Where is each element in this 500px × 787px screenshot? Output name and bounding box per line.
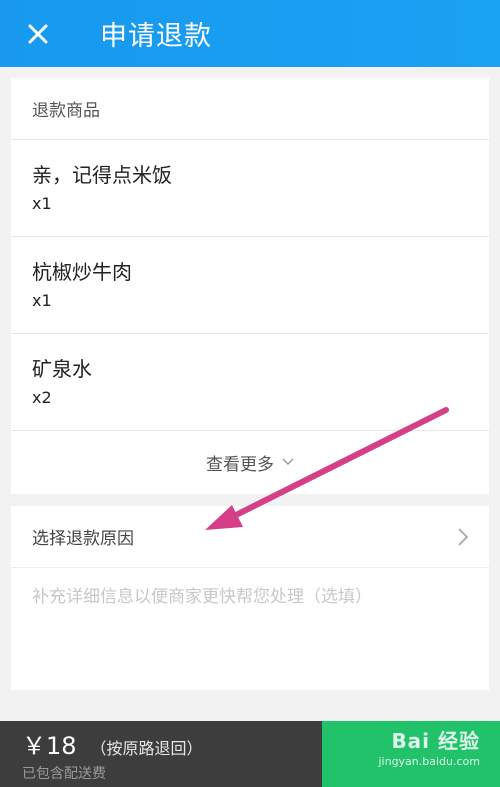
top-bar: 申请退款	[0, 0, 500, 67]
refund-amount: ￥18	[22, 731, 77, 760]
item-name: 杭椒炒牛肉	[32, 260, 132, 284]
list-item: 亲，记得点米饭 x1	[11, 140, 489, 237]
item-name: 矿泉水	[32, 357, 92, 381]
delivery-fee-note: 已包含配送费	[22, 765, 106, 782]
watermark-brand: Bai 经验	[391, 729, 480, 753]
refund-reason-label: 选择退款原因	[32, 529, 134, 549]
item-quantity: x1	[32, 291, 52, 310]
refund-reason-card: 选择退款原因	[11, 506, 489, 690]
chevron-right-icon	[458, 527, 469, 546]
view-more-button[interactable]: 查看更多	[11, 431, 489, 493]
item-quantity: x1	[32, 194, 52, 213]
chevron-down-icon	[282, 458, 294, 466]
close-button[interactable]	[0, 0, 78, 67]
view-more-label: 查看更多	[206, 454, 274, 475]
refund-goods-card: 退款商品 亲，记得点米饭 x1 杭椒炒牛肉 x1 矿泉水 x2 查看更多	[11, 78, 489, 494]
select-refund-reason[interactable]: 选择退款原因	[11, 506, 489, 568]
price-summary: ￥18 （按原路退回） 已包含配送费	[0, 721, 322, 787]
refund-method: （按原路退回）	[90, 738, 203, 758]
page-title: 申请退款	[100, 21, 212, 52]
extra-info-input[interactable]	[11, 568, 489, 688]
item-name: 亲，记得点米饭	[32, 163, 172, 187]
list-item: 杭椒炒牛肉 x1	[11, 237, 489, 334]
baidu-jingyan-watermark: Bai 经验 jingyan.baidu.com	[360, 727, 480, 781]
close-icon	[28, 24, 48, 43]
item-quantity: x2	[32, 388, 52, 407]
refund-goods-label: 退款商品	[11, 78, 489, 140]
watermark-url: jingyan.baidu.com	[378, 755, 480, 768]
list-item: 矿泉水 x2	[11, 334, 489, 431]
